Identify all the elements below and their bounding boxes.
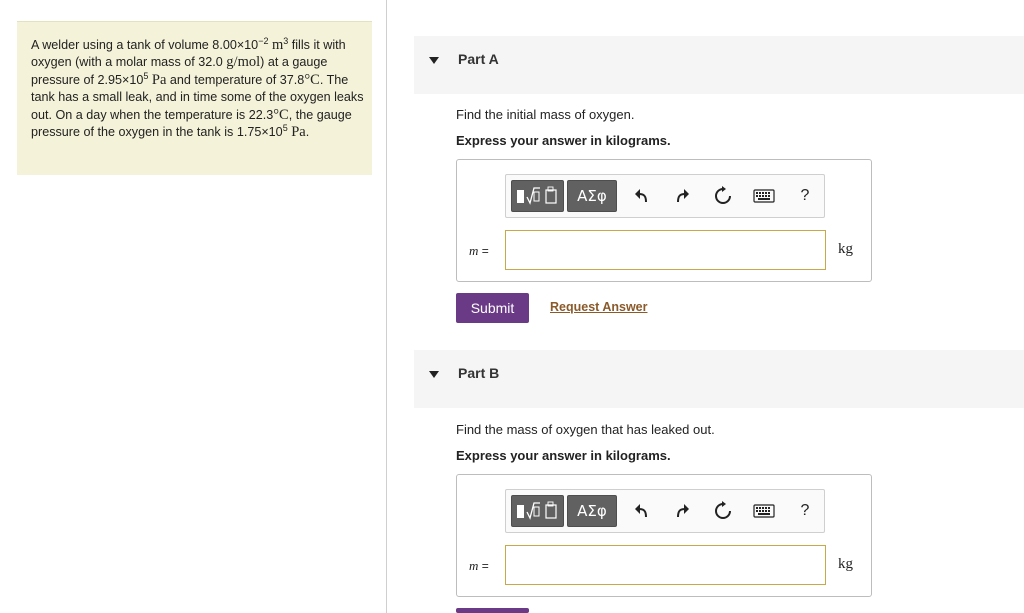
equals-sign: =: [478, 559, 489, 573]
redo-icon[interactable]: [668, 182, 696, 210]
redo-icon[interactable]: [668, 497, 696, 525]
unit-label: kg: [838, 556, 853, 572]
pressure-unit: Pa: [151, 71, 167, 88]
variable-label: m =: [469, 558, 489, 574]
part-a-answer-box: ΑΣφ ? m = kg: [456, 159, 872, 282]
greek-symbols-button[interactable]: ΑΣφ: [567, 495, 617, 527]
variable-label: m =: [469, 243, 489, 259]
pressure-exponent: 5: [282, 122, 288, 133]
problem-text: and temperature of 37.8: [166, 72, 305, 87]
part-a-header[interactable]: Part A: [414, 36, 1024, 94]
part-a-answer-input[interactable]: [505, 230, 826, 270]
help-label: ?: [800, 187, 810, 204]
collapse-caret-icon[interactable]: [429, 57, 439, 64]
help-label: ?: [800, 502, 810, 519]
variable-symbol: m: [469, 243, 479, 258]
undo-icon[interactable]: [628, 497, 656, 525]
part-b-answer-input[interactable]: [505, 545, 826, 585]
problem-text: .: [305, 125, 310, 140]
submit-button[interactable]: [456, 608, 529, 613]
math-toolbar: ΑΣφ ?: [505, 489, 825, 533]
part-a-title: Part A: [458, 51, 499, 67]
pressure-exponent: 5: [143, 70, 149, 81]
templates-icon: [517, 186, 557, 205]
temperature-unit: °C: [273, 106, 289, 123]
temperature-unit: °C: [304, 71, 320, 88]
unit-label: kg: [838, 241, 853, 257]
volume-exponent: −2: [258, 35, 269, 46]
greek-symbols-label: ΑΣφ: [577, 502, 607, 520]
part-b-answer-box: ΑΣφ ? m = kg: [456, 474, 872, 597]
part-b-title: Part B: [458, 365, 500, 381]
part-a-instruction: Express your answer in kilograms.: [456, 133, 671, 148]
part-b-question: Find the mass of oxygen that has leaked …: [456, 422, 715, 437]
molar-mass-unit: g/mol: [226, 54, 261, 71]
keyboard-icon[interactable]: [750, 497, 778, 525]
variable-symbol: m: [469, 558, 479, 573]
column-divider: [386, 0, 387, 613]
reset-icon[interactable]: [709, 182, 737, 210]
problem-text: A welder using a tank of volume 8.00×10: [31, 38, 259, 52]
part-b-instruction: Express your answer in kilograms.: [456, 448, 671, 463]
request-answer-link[interactable]: Request Answer: [550, 300, 647, 314]
templates-button[interactable]: [511, 180, 564, 212]
equals-sign: =: [478, 244, 489, 258]
submit-button[interactable]: Submit: [456, 293, 529, 323]
math-toolbar: ΑΣφ ?: [505, 174, 825, 218]
part-b-header[interactable]: Part B: [414, 350, 1024, 408]
templates-icon: [517, 501, 557, 520]
pressure-unit: Pa: [291, 124, 306, 141]
part-a-question: Find the initial mass of oxygen.: [456, 107, 635, 122]
page: A welder using a tank of volume 8.00×10−…: [0, 0, 1024, 613]
problem-statement: A welder using a tank of volume 8.00×10−…: [17, 21, 372, 175]
templates-button[interactable]: [511, 495, 564, 527]
keyboard-icon[interactable]: [750, 182, 778, 210]
help-icon[interactable]: ?: [791, 497, 819, 525]
help-icon[interactable]: ?: [791, 182, 819, 210]
volume-unit: m: [271, 37, 284, 53]
collapse-caret-icon[interactable]: [429, 371, 439, 378]
greek-symbols-label: ΑΣφ: [577, 187, 607, 205]
reset-icon[interactable]: [709, 497, 737, 525]
greek-symbols-button[interactable]: ΑΣφ: [567, 180, 617, 212]
undo-icon[interactable]: [628, 182, 656, 210]
